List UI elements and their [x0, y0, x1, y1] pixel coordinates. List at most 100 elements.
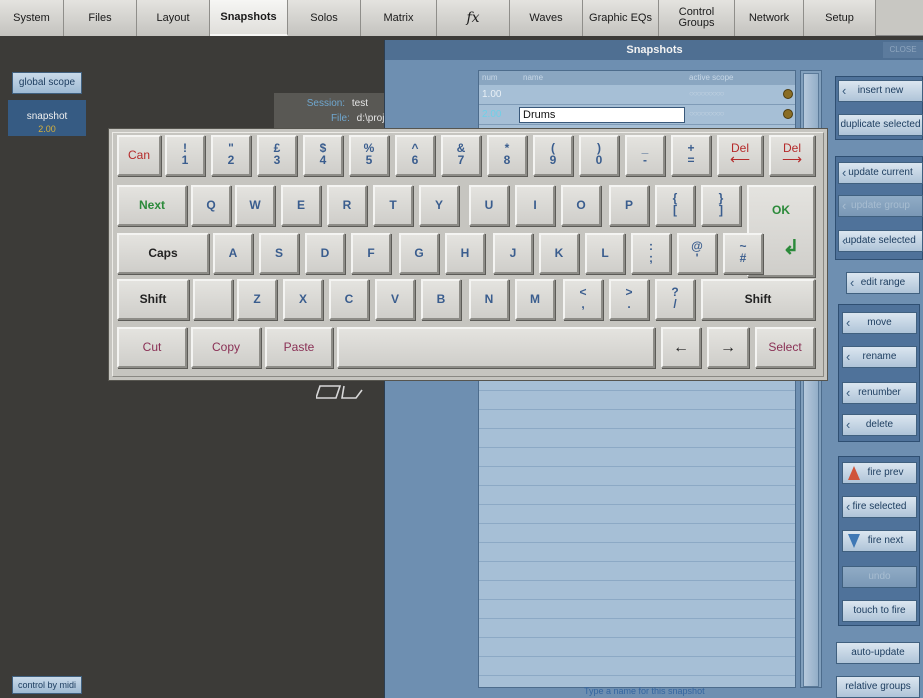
tab-layout[interactable]: Layout: [137, 0, 210, 36]
next-key[interactable]: Next: [117, 185, 187, 226]
table-row[interactable]: 1.00 ○○○○○○○○○: [479, 85, 795, 105]
update-current-button[interactable]: ‹ update current: [838, 162, 923, 184]
cancel-key[interactable]: Can: [117, 135, 161, 176]
update-selected-button[interactable]: ‹ update selected: [838, 230, 923, 252]
key-z[interactable]: Z: [237, 279, 277, 320]
key-4[interactable]: $4: [303, 135, 343, 176]
edit-range-button[interactable]: ‹ edit range: [846, 272, 920, 294]
key-a[interactable]: A: [213, 233, 253, 274]
key-c[interactable]: C: [329, 279, 369, 320]
key-6[interactable]: ^ 6: [395, 135, 435, 176]
key-brace-close[interactable]: }]: [701, 185, 741, 226]
key-i[interactable]: I: [515, 185, 555, 226]
shift-right-key[interactable]: Shift: [701, 279, 815, 320]
snapshot-tab[interactable]: snapshot 2.00: [8, 100, 86, 136]
key-l[interactable]: L: [585, 233, 625, 274]
key-b[interactable]: B: [421, 279, 461, 320]
key-5[interactable]: % 5: [349, 135, 389, 176]
undo-button[interactable]: undo: [842, 566, 917, 588]
tab-network[interactable]: Network: [735, 0, 804, 36]
key-blank[interactable]: [193, 279, 233, 320]
key-0[interactable]: ) 0: [579, 135, 619, 176]
move-button[interactable]: ‹ move: [842, 312, 917, 334]
space-bar[interactable]: [337, 327, 655, 368]
copy-key[interactable]: Copy: [191, 327, 261, 368]
tab-waves[interactable]: Waves: [510, 0, 583, 36]
key-s[interactable]: S: [259, 233, 299, 274]
key-w[interactable]: W: [235, 185, 275, 226]
shift-left-key[interactable]: Shift: [117, 279, 189, 320]
key-j[interactable]: J: [493, 233, 533, 274]
duplicate-selected-button[interactable]: duplicate selected: [838, 114, 923, 136]
tab-fx[interactable]: fx: [437, 0, 510, 36]
key-1[interactable]: ! 1: [165, 135, 205, 176]
key-semicolon[interactable]: :;: [631, 233, 671, 274]
control-by-midi-button[interactable]: control by midi: [12, 676, 82, 694]
key-hash[interactable]: ~ #: [723, 233, 763, 274]
key-slash[interactable]: ? /: [655, 279, 695, 320]
fire-selected-button[interactable]: ‹ fire selected: [842, 496, 917, 518]
delete-right-key[interactable]: Del ⟶: [769, 135, 815, 176]
key-7[interactable]: & 7: [441, 135, 481, 176]
key-p[interactable]: P: [609, 185, 649, 226]
auto-update-button[interactable]: auto-update: [836, 642, 920, 664]
tab-control-groups[interactable]: Control Groups: [659, 0, 735, 36]
paste-key[interactable]: Paste: [265, 327, 333, 368]
key-h[interactable]: H: [445, 233, 485, 274]
key-comma[interactable]: <,: [563, 279, 603, 320]
key-n[interactable]: N: [469, 279, 509, 320]
tab-setup[interactable]: Setup: [804, 0, 876, 36]
key-period[interactable]: >.: [609, 279, 649, 320]
key-minus[interactable]: _ -: [625, 135, 665, 176]
cursor-left-key[interactable]: ←: [661, 327, 701, 368]
key-g[interactable]: G: [399, 233, 439, 274]
scope-indicator-icon[interactable]: [783, 109, 793, 119]
tab-solos[interactable]: Solos: [288, 0, 361, 36]
tab-matrix[interactable]: Matrix: [361, 0, 437, 36]
key-f[interactable]: F: [351, 233, 391, 274]
cursor-right-key[interactable]: →: [707, 327, 749, 368]
renumber-button[interactable]: ‹ renumber: [842, 382, 917, 404]
cut-key[interactable]: Cut: [117, 327, 187, 368]
key-brace-open[interactable]: {[: [655, 185, 695, 226]
key-y[interactable]: Y: [419, 185, 459, 226]
tab-snapshots[interactable]: Snapshots: [210, 0, 288, 36]
chevron-left-icon: ‹: [846, 349, 851, 364]
key-3[interactable]: £3: [257, 135, 297, 176]
key-equals[interactable]: + =: [671, 135, 711, 176]
key-e[interactable]: E: [281, 185, 321, 226]
key-u[interactable]: U: [469, 185, 509, 226]
key-k[interactable]: K: [539, 233, 579, 274]
table-row-selected[interactable]: 2.00 Drums ○○○○○○○○○: [479, 105, 795, 125]
delete-button[interactable]: ‹ delete: [842, 414, 917, 436]
global-scope-button[interactable]: global scope: [12, 72, 82, 94]
delete-left-key[interactable]: Del ⟵: [717, 135, 763, 176]
key-d[interactable]: D: [305, 233, 345, 274]
key-o[interactable]: O: [561, 185, 601, 226]
key-2[interactable]: " 2: [211, 135, 251, 176]
key-r[interactable]: R: [327, 185, 367, 226]
key-v[interactable]: V: [375, 279, 415, 320]
key-8[interactable]: * 8: [487, 135, 527, 176]
update-group-button[interactable]: ‹ update group: [838, 195, 923, 217]
fire-next-button[interactable]: fire next: [842, 530, 917, 552]
scope-indicator-icon[interactable]: [783, 89, 793, 99]
caps-lock-key[interactable]: Caps: [117, 233, 209, 274]
key-m[interactable]: M: [515, 279, 555, 320]
tab-graphic-eqs[interactable]: Graphic EQs: [583, 0, 659, 36]
relative-groups-button[interactable]: relative groups: [836, 676, 920, 698]
snapshot-name-input[interactable]: Drums: [519, 107, 685, 123]
select-key[interactable]: Select: [755, 327, 815, 368]
tab-system[interactable]: System: [0, 0, 64, 36]
key-apostrophe[interactable]: @ ': [677, 233, 717, 274]
key-x[interactable]: X: [283, 279, 323, 320]
tab-files[interactable]: Files: [64, 0, 137, 36]
key-q[interactable]: Q: [191, 185, 231, 226]
key-9[interactable]: (9: [533, 135, 573, 176]
fire-prev-button[interactable]: fire prev: [842, 462, 917, 484]
touch-to-fire-button[interactable]: touch to fire: [842, 600, 917, 622]
rename-button[interactable]: ‹ rename: [842, 346, 917, 368]
close-button[interactable]: CLOSE: [883, 42, 923, 58]
key-t[interactable]: T: [373, 185, 413, 226]
insert-new-button[interactable]: ‹ insert new: [838, 80, 923, 102]
